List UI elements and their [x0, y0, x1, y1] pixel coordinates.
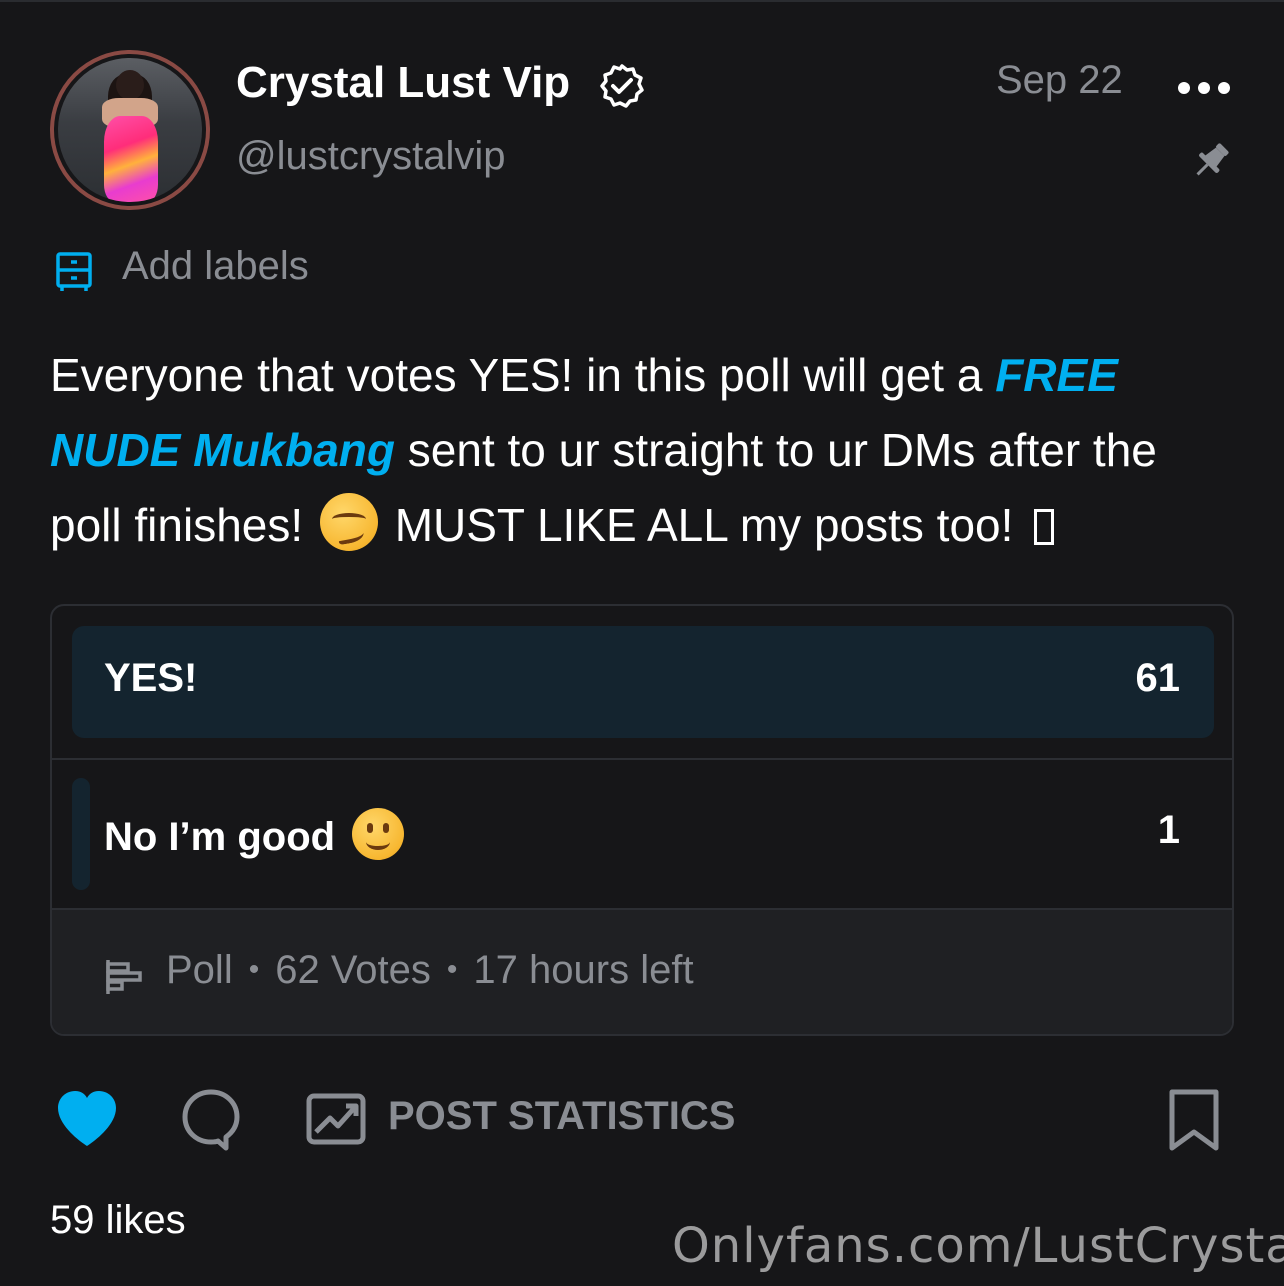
- top-divider: [0, 0, 1284, 2]
- poll-time-left: 17 hours left: [473, 948, 694, 992]
- poll-footer: Poll • 62 Votes • 17 hours left: [52, 910, 1232, 1034]
- avatar[interactable]: [50, 50, 210, 210]
- comment-icon[interactable]: [180, 1086, 242, 1152]
- likes-count[interactable]: 59 likes: [50, 1198, 186, 1243]
- user-handle[interactable]: @lustcrystalvip: [236, 134, 506, 179]
- poll-option-count: 61: [1135, 656, 1181, 700]
- poll-votes-label: 62 Votes: [275, 948, 431, 992]
- poll-option-label: YES!: [104, 656, 198, 700]
- missing-glyph-icon: [1034, 509, 1055, 545]
- poll-option-count: 1: [1157, 808, 1180, 852]
- poll-option-label: No I’m good: [104, 808, 405, 860]
- more-icon[interactable]: [1176, 72, 1232, 104]
- post-text: Everyone that votes YES! in this poll wi…: [50, 349, 1157, 551]
- display-name[interactable]: Crystal Lust Vip: [236, 58, 570, 108]
- bookmark-icon[interactable]: [1166, 1088, 1222, 1152]
- add-labels-link[interactable]: Add labels: [122, 244, 309, 289]
- heart-icon[interactable]: [54, 1088, 120, 1150]
- post-statistics-button[interactable]: POST STATISTICS: [388, 1094, 735, 1139]
- poll-icon: [106, 960, 142, 994]
- poll-option-yes[interactable]: YES! 61: [72, 626, 1214, 738]
- slightly-smiling-face-icon: [352, 808, 405, 860]
- verified-icon: [600, 64, 644, 108]
- smirking-face-icon: [319, 493, 378, 551]
- post-date: Sep 22: [996, 58, 1123, 102]
- poll-option-no[interactable]: No I’m good 1: [72, 778, 1214, 890]
- stats-icon[interactable]: [306, 1090, 366, 1146]
- avatar-photo: [58, 58, 202, 202]
- poll: YES! 61 No I’m good 1 Poll • 62 Votes • 17 h…: [50, 604, 1234, 1036]
- poll-divider: [52, 758, 1232, 760]
- poll-option-bar: [72, 778, 90, 890]
- watermark: Onlyfans.com/LustCrystal: [672, 1218, 1284, 1274]
- pin-icon: [1196, 143, 1229, 176]
- poll-meta: Poll • 62 Votes • 17 hours left: [166, 948, 694, 992]
- labels-icon[interactable]: [52, 248, 96, 292]
- poll-type-label: Poll: [166, 948, 233, 992]
